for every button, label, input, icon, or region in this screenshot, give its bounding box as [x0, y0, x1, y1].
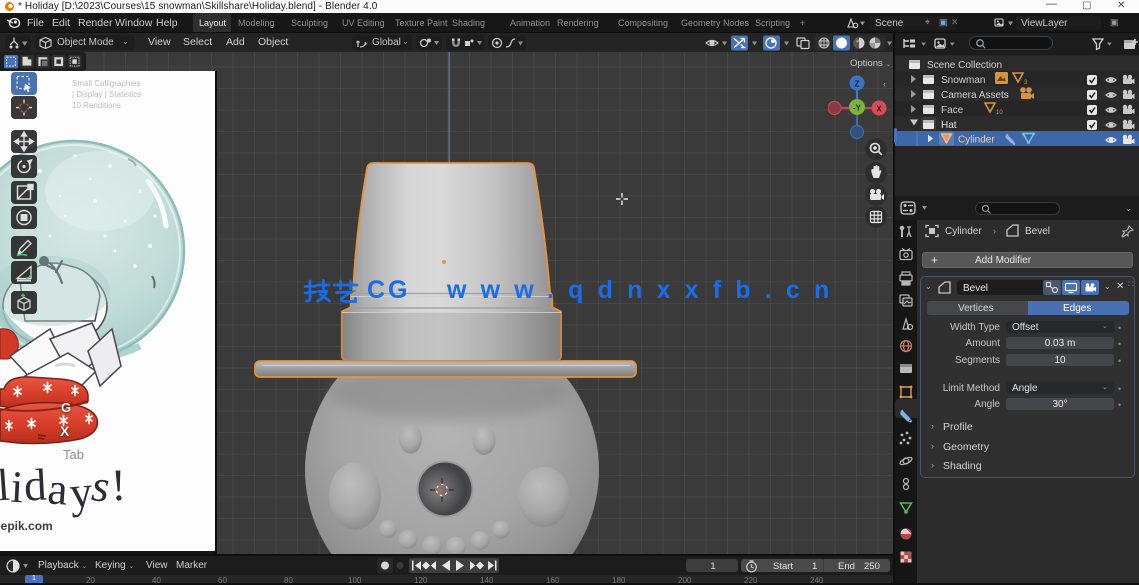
svg-text:Scene Collection: Scene Collection	[927, 60, 1002, 71]
svg-text:3: 3	[1024, 80, 1028, 86]
svg-text:10: 10	[996, 110, 1003, 116]
svg-text:Face: Face	[941, 105, 964, 116]
svg-text:Cylinder: Cylinder	[958, 135, 995, 146]
svg-text:-Y: -Y	[853, 104, 862, 113]
svg-text:Camera Assets: Camera Assets	[941, 90, 1009, 101]
svg-text:Snowman: Snowman	[941, 75, 985, 86]
svg-text:Hat: Hat	[941, 120, 957, 131]
svg-text:Z: Z	[855, 80, 860, 89]
svg-text:X: X	[876, 105, 882, 114]
